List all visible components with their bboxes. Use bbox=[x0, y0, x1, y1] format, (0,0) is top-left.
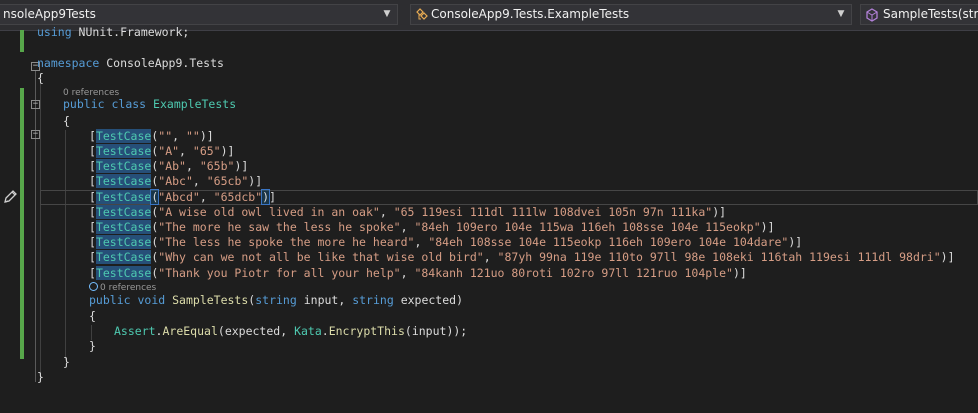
indent-guide bbox=[40, 80, 41, 380]
type-dropdown[interactable]: ConsoleApp9.Tests.ExampleTests ▼ bbox=[410, 4, 852, 25]
code-editor[interactable]: − − − using NUnit.Framework; namespace C… bbox=[0, 25, 978, 413]
code-line-class: public class ExampleTests bbox=[63, 97, 237, 111]
change-marker bbox=[20, 30, 24, 52]
code-line-method: public void SampleTests(string input, st… bbox=[89, 293, 464, 307]
fold-line bbox=[35, 71, 36, 382]
method-icon bbox=[866, 8, 878, 22]
fold-attribute-icon[interactable]: − bbox=[31, 130, 40, 139]
code-line-assert: Assert.AreEqual(expected, Kata.EncryptTh… bbox=[114, 324, 468, 338]
test-status-icon bbox=[89, 282, 98, 291]
test-case-line: [TestCase("The more he saw the less he s… bbox=[89, 220, 775, 234]
code-line-namespace: namespace ConsoleApp9.Tests bbox=[37, 56, 224, 70]
test-case-line: [TestCase("The less he spoke the more he… bbox=[89, 235, 803, 249]
member-dropdown[interactable]: SampleTests(string bbox=[860, 4, 978, 25]
test-case-line: [TestCase("Why can we not all be like th… bbox=[89, 250, 955, 264]
test-case-line: [TestCase("", "")] bbox=[89, 129, 214, 143]
code-line-class-close: } bbox=[63, 355, 70, 369]
test-case-line-current: [TestCase("Abcd", "65dcb")] bbox=[89, 189, 277, 205]
code-line-namespace-close: } bbox=[37, 370, 44, 384]
test-case-line: [TestCase("Abc", "65cb")] bbox=[89, 174, 263, 188]
code-line-namespace-open: { bbox=[37, 71, 44, 85]
type-name: ConsoleApp9.Tests.ExampleTests bbox=[431, 7, 630, 21]
test-case-line: [TestCase("Ab", "65b")] bbox=[89, 159, 249, 173]
test-case-line: [TestCase("A wise old owl lived in an oa… bbox=[89, 205, 727, 219]
chevron-down-icon: ▼ bbox=[383, 9, 391, 19]
class-icon bbox=[416, 8, 428, 20]
project-name: nsoleApp9Tests bbox=[3, 7, 96, 21]
code-line-method-open: { bbox=[89, 309, 96, 323]
code-line-method-close: } bbox=[89, 339, 96, 353]
member-name: SampleTests(string bbox=[883, 7, 978, 21]
chevron-down-icon: ▼ bbox=[837, 9, 845, 19]
code-line-class-open: { bbox=[63, 114, 70, 128]
fold-class-icon[interactable]: − bbox=[31, 100, 40, 109]
pencil-icon[interactable] bbox=[2, 189, 18, 205]
test-case-line: [TestCase("Thank you Piotr for all your … bbox=[89, 266, 747, 280]
code-line-using: using NUnit.Framework; bbox=[37, 25, 190, 39]
indent-guide bbox=[91, 325, 92, 340]
project-dropdown[interactable]: nsoleApp9Tests ▼ bbox=[0, 4, 398, 25]
indent-guide bbox=[65, 130, 66, 360]
change-marker bbox=[20, 88, 24, 359]
test-case-line: [TestCase("A", "65")] bbox=[89, 144, 235, 158]
